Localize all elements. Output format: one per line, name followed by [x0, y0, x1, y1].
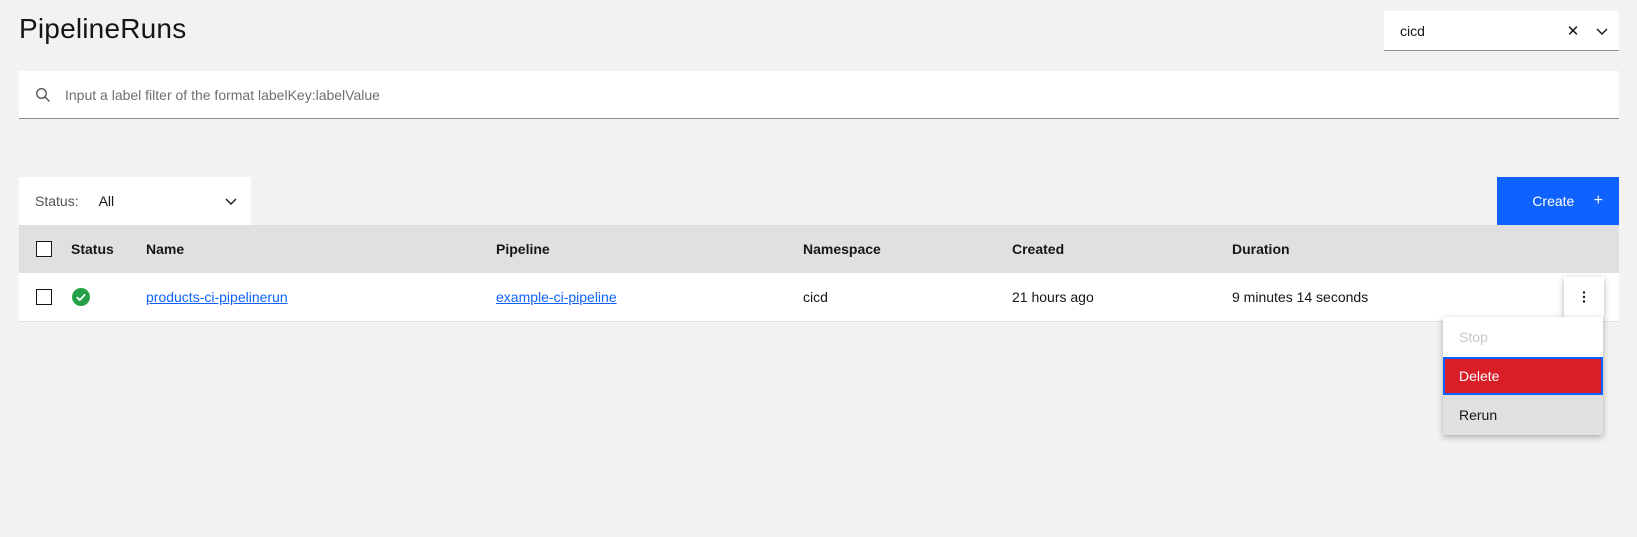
header-duration: Duration: [1232, 241, 1290, 257]
overflow-cell: [1564, 273, 1604, 321]
menu-item-stop[interactable]: Stop: [1443, 317, 1603, 357]
row-checkbox[interactable]: [36, 289, 52, 305]
namespace-cell: cicd: [803, 289, 828, 305]
select-all-cell: [36, 225, 52, 273]
success-check-icon: [71, 287, 91, 307]
select-all-checkbox[interactable]: [36, 241, 52, 257]
chevron-down-icon[interactable]: [211, 193, 251, 209]
header-status: Status: [71, 241, 114, 257]
pipelinerun-name-cell: products-ci-pipelinerun: [146, 273, 288, 321]
created-cell: 21 hours ago: [1012, 289, 1094, 305]
status-filter-label: Status:: [35, 193, 79, 209]
duration-cell: 9 minutes 14 seconds: [1232, 289, 1369, 305]
menu-item-delete[interactable]: Delete: [1443, 357, 1603, 395]
header-name: Name: [146, 241, 185, 257]
search-input[interactable]: [65, 71, 1619, 118]
pipeline-link[interactable]: example-ci-pipeline: [496, 289, 617, 305]
status-filter-dropdown[interactable]: Status: All: [19, 177, 251, 225]
menu-item-rerun[interactable]: Rerun: [1443, 395, 1603, 435]
header-namespace: Namespace: [803, 241, 881, 257]
namespace-combobox[interactable]: cicd ✕: [1384, 11, 1619, 51]
create-button[interactable]: Create +: [1497, 177, 1619, 225]
table-header: Status Name Pipeline Namespace Created D…: [19, 225, 1619, 273]
pipeline-cell: example-ci-pipeline: [496, 273, 617, 321]
pipelinerun-name-link[interactable]: products-ci-pipelinerun: [146, 289, 288, 305]
page-title: PipelineRuns: [19, 13, 187, 44]
add-icon: +: [1593, 192, 1603, 209]
row-overflow-menu: Stop Delete Rerun: [1443, 317, 1603, 435]
status-cell: [71, 273, 91, 321]
overflow-menu-vertical-icon: [1582, 291, 1586, 303]
row-select-cell: [36, 273, 52, 321]
status-filter-value[interactable]: All: [99, 193, 211, 209]
create-button-label: Create: [1532, 193, 1575, 209]
search-icon: [35, 87, 51, 103]
header-created: Created: [1012, 241, 1065, 257]
pipelineruns-table: Status Name Pipeline Namespace Created D…: [19, 225, 1619, 322]
chevron-down-icon[interactable]: [1585, 23, 1619, 39]
table-row: products-ci-pipelinerun example-ci-pipel…: [19, 273, 1619, 322]
header-pipeline: Pipeline: [496, 241, 550, 257]
namespace-value[interactable]: cicd: [1400, 23, 1561, 39]
overflow-menu-button[interactable]: [1564, 277, 1604, 317]
label-filter-search[interactable]: [19, 71, 1619, 119]
close-icon[interactable]: ✕: [1561, 22, 1585, 40]
page: PipelineRuns cicd ✕ Status: All Create +…: [0, 0, 1637, 537]
